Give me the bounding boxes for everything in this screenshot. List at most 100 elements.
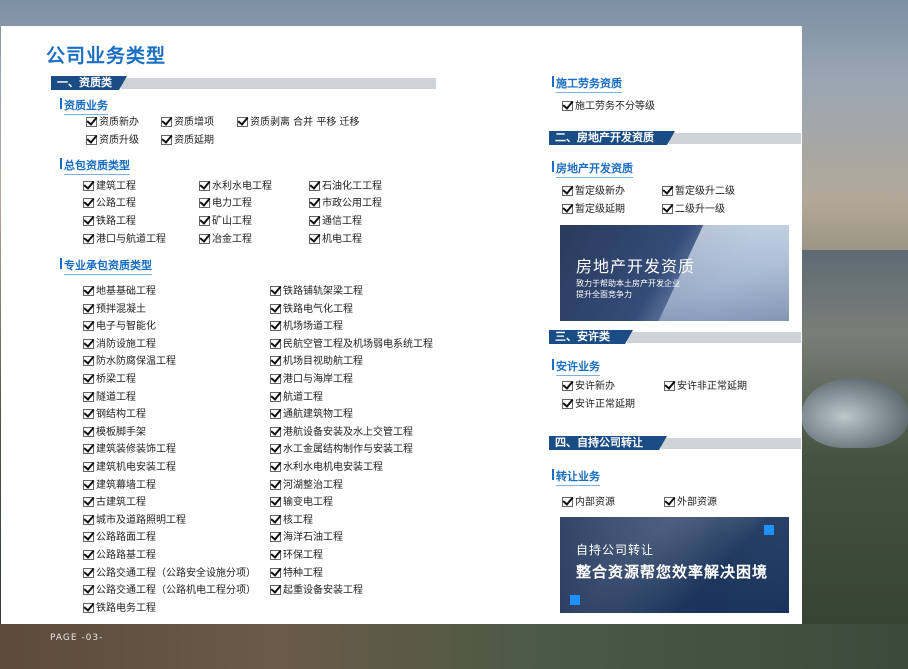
list-item: 暂定级延期	[562, 203, 625, 216]
checked-box-icon	[199, 234, 210, 244]
list-item: 公路交通工程（公路机电工程分项）	[83, 584, 256, 597]
checked-box-icon	[83, 550, 94, 560]
checked-box-icon	[270, 462, 281, 472]
list-item: 冶金工程	[199, 233, 252, 246]
list-item: 核工程	[270, 514, 313, 527]
checked-box-icon	[83, 602, 94, 613]
list-item: 资质新办	[86, 116, 139, 129]
checked-box-icon	[664, 381, 675, 391]
checked-box-icon	[83, 479, 94, 490]
checked-box-icon	[83, 303, 94, 314]
section-header-qualification: 一、资质类	[51, 76, 436, 90]
banner-subtitle: 致力于帮助本土房产开发企业 提升全面竞争力	[576, 279, 680, 299]
list-item: 特种工程	[270, 567, 323, 580]
checked-box-icon	[270, 444, 281, 455]
banner-title: 房地产开发资质	[576, 257, 696, 276]
list-item: 港口与航道工程	[83, 233, 166, 246]
checked-box-icon	[309, 234, 320, 244]
list-item: 安许新办	[562, 380, 615, 393]
checked-box-icon	[199, 181, 210, 191]
checked-box-icon	[270, 567, 281, 578]
list-item: 内部资源	[562, 496, 615, 509]
list-item: 港航设备安装及水上交管工程	[270, 426, 413, 439]
list-item: 消防设施工程	[83, 338, 156, 351]
list-item: 水利水电机电安装工程	[270, 461, 383, 474]
list-item: 航道工程	[270, 391, 323, 404]
list-item: 矿山工程	[199, 215, 252, 228]
checked-box-icon	[83, 514, 94, 525]
list-item: 铁路铺轨架梁工程	[270, 285, 363, 298]
checked-box-icon	[270, 286, 281, 296]
list-item: 隧道工程	[83, 391, 136, 404]
list-item: 铁路工程	[83, 215, 136, 228]
list-item: 电子与智能化	[83, 320, 156, 333]
checked-box-icon	[270, 374, 281, 384]
checked-box-icon	[270, 497, 281, 508]
list-item: 起重设备安装工程	[270, 584, 363, 597]
checked-box-icon	[562, 497, 573, 507]
list-item: 城市及道路照明工程	[83, 514, 186, 527]
list-item: 资质升级	[86, 134, 139, 147]
list-item: 水工金属结构制作与安装工程	[270, 443, 413, 456]
list-item: 港口与海岸工程	[270, 373, 353, 386]
list-item: 模板脚手架	[83, 426, 146, 439]
list-item: 通信工程	[309, 215, 362, 228]
checked-box-icon	[270, 585, 281, 596]
list-item: 资质剥离 合并 平移 迁移	[237, 116, 360, 129]
checked-box-icon	[270, 321, 281, 332]
checked-box-icon	[83, 532, 94, 543]
list-item: 机电工程	[309, 233, 362, 246]
checked-box-icon	[270, 303, 281, 314]
checked-box-icon	[83, 338, 94, 349]
checked-box-icon	[270, 550, 281, 560]
checked-box-icon	[86, 117, 97, 127]
list-item: 河湖整治工程	[270, 479, 343, 492]
list-item: 建筑装修装饰工程	[83, 443, 176, 456]
checked-box-icon	[309, 216, 320, 226]
list-item: 水利水电工程	[199, 180, 272, 193]
list-item: 铁路电气化工程	[270, 303, 353, 316]
checked-box-icon	[270, 532, 281, 543]
checked-box-icon	[83, 286, 94, 296]
list-item: 安许正常延期	[562, 398, 635, 411]
page-number: PAGE -03-	[50, 633, 104, 643]
checked-box-icon	[662, 204, 673, 214]
checked-box-icon	[83, 391, 94, 402]
list-item: 海洋石油工程	[270, 531, 343, 544]
city-skyline-image	[802, 250, 908, 669]
group-title-realestate: 房地产开发资质	[552, 160, 633, 178]
transfer-banner-image: 自持公司转让 整合资源帮您效率解决困境	[560, 517, 789, 613]
list-item: 建筑工程	[83, 180, 136, 193]
checked-box-icon	[83, 216, 94, 226]
list-item: 建筑机电安装工程	[83, 461, 176, 474]
checked-box-icon	[83, 409, 94, 420]
list-item: 公路工程	[83, 197, 136, 210]
list-item: 外部资源	[664, 496, 717, 509]
group-title-general-contract: 总包资质类型	[60, 157, 130, 175]
realestate-banner-image: 房地产开发资质 致力于帮助本土房产开发企业 提升全面竞争力	[560, 225, 789, 321]
checked-box-icon	[83, 462, 94, 472]
checked-box-icon	[562, 399, 573, 409]
list-item: 机场场道工程	[270, 320, 343, 333]
list-item: 暂定级新办	[562, 185, 625, 198]
checked-box-icon	[83, 356, 94, 367]
list-item: 民航空管工程及机场弱电系统工程	[270, 338, 433, 351]
checked-box-icon	[161, 117, 172, 127]
checked-box-icon	[562, 186, 573, 196]
checked-box-icon	[562, 204, 573, 214]
list-item: 机场目视助航工程	[270, 355, 363, 368]
checked-box-icon	[662, 186, 673, 196]
list-item: 公路路基工程	[83, 549, 156, 562]
banner-title: 自持公司转让	[576, 543, 655, 557]
checked-box-icon	[83, 426, 94, 437]
checked-box-icon	[83, 374, 94, 384]
list-item: 施工劳务不分等级	[562, 100, 655, 113]
list-item: 桥梁工程	[83, 373, 136, 386]
banner-subtitle: 整合资源帮您效率解决困境	[576, 563, 769, 581]
checked-box-icon	[83, 567, 94, 578]
checked-box-icon	[270, 479, 281, 490]
list-item: 输变电工程	[270, 496, 333, 509]
list-item: 环保工程	[270, 549, 323, 562]
list-item: 钢结构工程	[83, 408, 146, 421]
checked-box-icon	[86, 135, 97, 145]
